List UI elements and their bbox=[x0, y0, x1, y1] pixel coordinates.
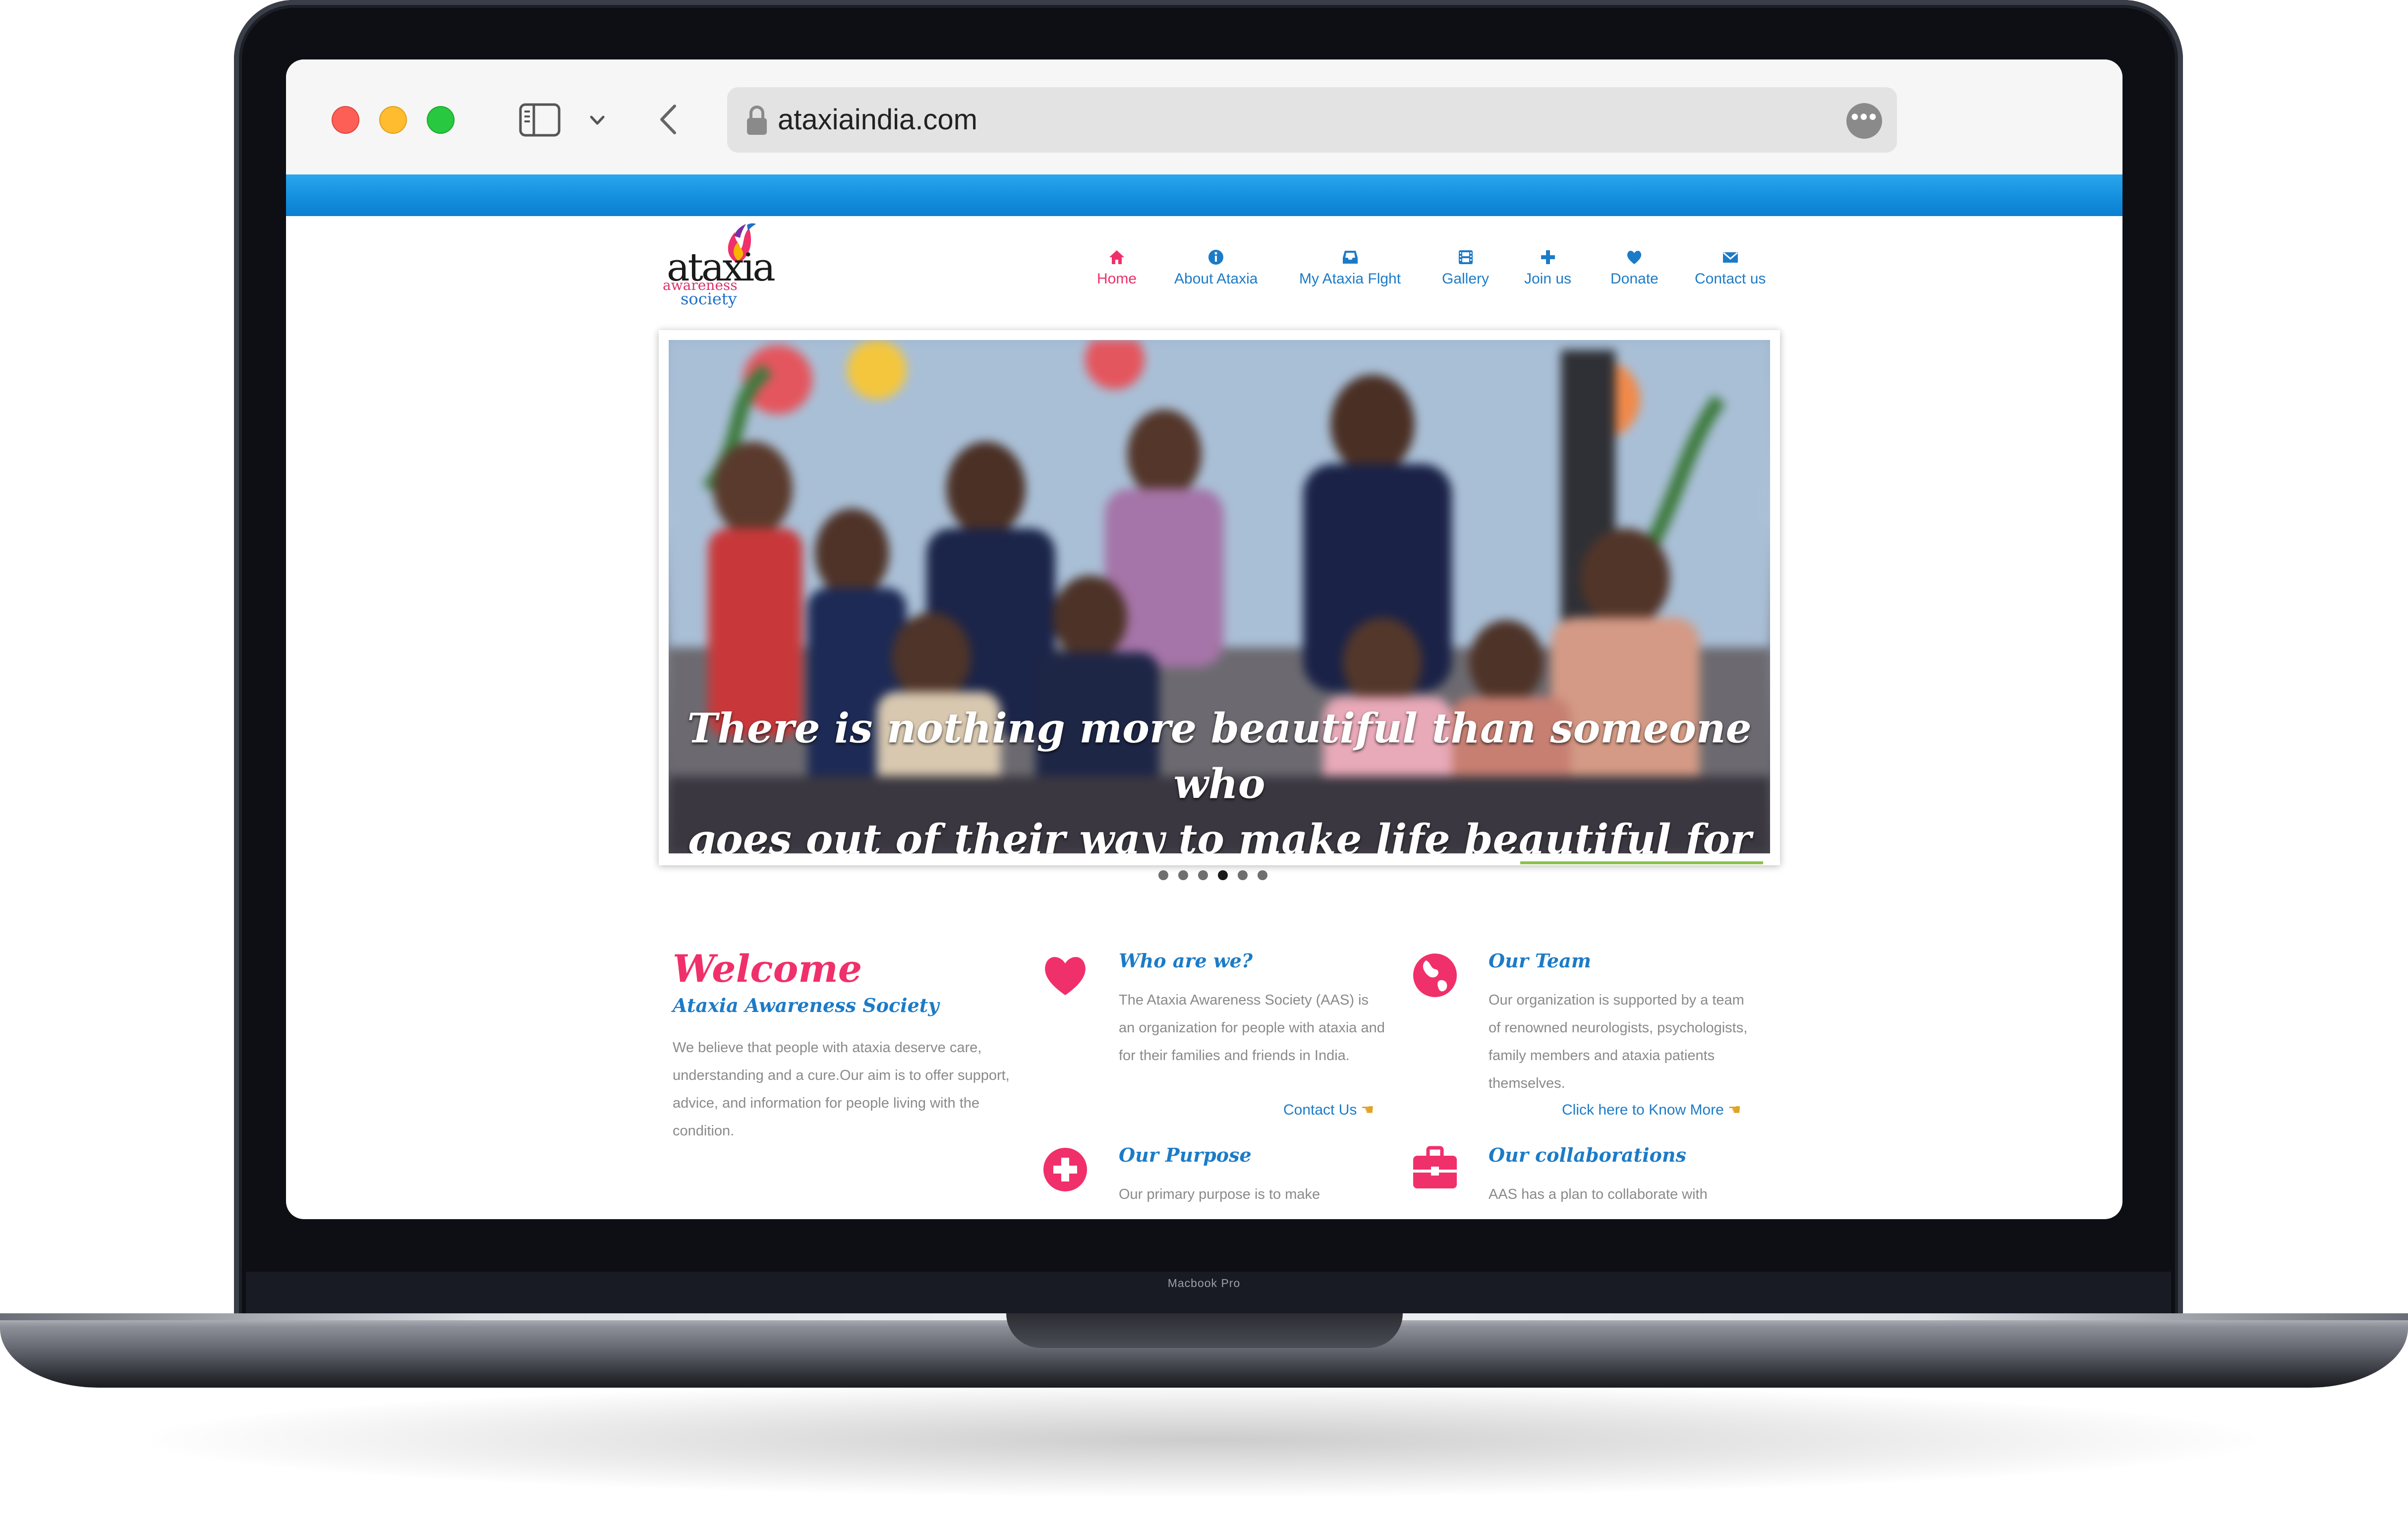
hero-slider[interactable]: There is nothing more beautiful than som… bbox=[659, 330, 1780, 865]
welcome-text: We believe that people with ataxia deser… bbox=[673, 1040, 1010, 1139]
know-more-link-label[interactable]: Click here to Know More bbox=[1562, 1102, 1724, 1118]
our-team-title: Our Team bbox=[1489, 950, 1591, 972]
contact-us-link-label[interactable]: Contact Us bbox=[1283, 1102, 1357, 1118]
chevron-down-icon[interactable] bbox=[587, 110, 607, 130]
nav-label: Donate bbox=[1610, 271, 1659, 287]
url-text[interactable]: ataxiaindia.com bbox=[778, 104, 977, 136]
nav-label: Home bbox=[1097, 271, 1137, 287]
address-bar[interactable]: ataxiaindia.com ••• bbox=[727, 87, 1897, 153]
slider-dot-3[interactable] bbox=[1198, 870, 1208, 880]
our-team-text: Our organization is supported by a team … bbox=[1489, 992, 1748, 1091]
site-top-bar bbox=[286, 174, 2122, 216]
welcome-title: Welcome bbox=[673, 947, 862, 991]
our-collaborations-title: Our collaborations bbox=[1489, 1144, 1686, 1166]
contact-us-link[interactable]: Contact Us ☚ bbox=[1283, 1101, 1374, 1119]
pointing-hand-icon: ☚ bbox=[1727, 1102, 1741, 1118]
nav-my-ataxia-flight[interactable]: My Ataxia Flght bbox=[1299, 249, 1401, 287]
our-purpose-title: Our Purpose bbox=[1119, 1144, 1252, 1166]
nav-home[interactable]: Home bbox=[1097, 249, 1137, 287]
back-button[interactable] bbox=[654, 102, 684, 137]
who-are-we-text: The Ataxia Awareness Society (AAS) is an… bbox=[1119, 992, 1385, 1064]
hero-photo: There is nothing more beautiful than som… bbox=[669, 340, 1770, 853]
logo-line-3: society bbox=[681, 289, 737, 308]
envelope-icon bbox=[1722, 252, 1738, 263]
slider-dot-6[interactable] bbox=[1258, 870, 1267, 880]
slider-dot-5[interactable] bbox=[1238, 870, 1248, 880]
device-model-label: Macbook Pro bbox=[1167, 1277, 1241, 1290]
who-are-we-title: Who are we? bbox=[1119, 950, 1253, 972]
nav-label: Join us bbox=[1524, 271, 1572, 287]
nav-contact-us[interactable]: Contact us bbox=[1695, 249, 1766, 287]
zoom-window-button[interactable] bbox=[427, 106, 455, 134]
home-icon bbox=[1109, 250, 1125, 264]
our-purpose-text: Our primary purpose is to make bbox=[1119, 1186, 1320, 1202]
minimize-window-button[interactable] bbox=[379, 106, 407, 134]
hero-quote-line-2: goes out of their way to make life beaut… bbox=[687, 816, 1752, 853]
globe-icon bbox=[1413, 954, 1457, 997]
plus-circle-icon bbox=[1043, 1148, 1087, 1191]
device-shadow bbox=[149, 1383, 2255, 1497]
nav-label: Gallery bbox=[1442, 271, 1490, 287]
close-window-button[interactable] bbox=[332, 106, 359, 134]
heart-icon bbox=[1045, 956, 1086, 995]
nav-join-us[interactable]: Join us bbox=[1524, 249, 1571, 287]
site-logo[interactable]: ataxia awareness society bbox=[657, 221, 776, 315]
pointing-hand-icon: ☚ bbox=[1361, 1102, 1375, 1118]
laptop-hinge-notch bbox=[1006, 1313, 1403, 1348]
nav-label: Contact us bbox=[1695, 271, 1766, 287]
heart-icon bbox=[1627, 250, 1642, 264]
nav-donate[interactable]: Donate bbox=[1610, 249, 1659, 287]
inbox-icon bbox=[1342, 251, 1358, 264]
know-more-link[interactable]: Click here to Know More ☚ bbox=[1562, 1101, 1741, 1119]
lock-icon bbox=[747, 106, 767, 135]
slider-progress-bar bbox=[1520, 861, 1763, 864]
our-collaborations-text: AAS has a plan to collaborate with bbox=[1489, 1186, 1708, 1202]
slider-dot-2[interactable] bbox=[1178, 870, 1188, 880]
sidebar-icon[interactable] bbox=[519, 103, 561, 137]
slider-dot-1[interactable] bbox=[1158, 870, 1168, 880]
hero-quote: There is nothing more beautiful than som… bbox=[669, 701, 1770, 853]
briefcase-icon bbox=[1413, 1146, 1457, 1188]
welcome-subtitle: Ataxia Awareness Society bbox=[673, 994, 939, 1016]
nav-label: My Ataxia Flght bbox=[1299, 271, 1401, 287]
nav-label: About Ataxia bbox=[1174, 271, 1258, 287]
browser-toolbar: ataxiaindia.com ••• bbox=[286, 59, 2122, 174]
nav-about-ataxia[interactable]: About Ataxia bbox=[1174, 249, 1258, 287]
film-icon bbox=[1458, 250, 1473, 264]
browser-window: ataxiaindia.com ••• ataxia awareness soc… bbox=[286, 59, 2122, 1219]
hero-quote-line-1: There is nothing more beautiful than som… bbox=[687, 705, 1752, 808]
nav-gallery[interactable]: Gallery bbox=[1442, 249, 1489, 287]
slider-dot-4[interactable] bbox=[1218, 870, 1228, 880]
info-circle-icon bbox=[1208, 250, 1224, 265]
plus-icon bbox=[1541, 250, 1555, 264]
ellipsis-circle-icon[interactable]: ••• bbox=[1846, 103, 1882, 139]
